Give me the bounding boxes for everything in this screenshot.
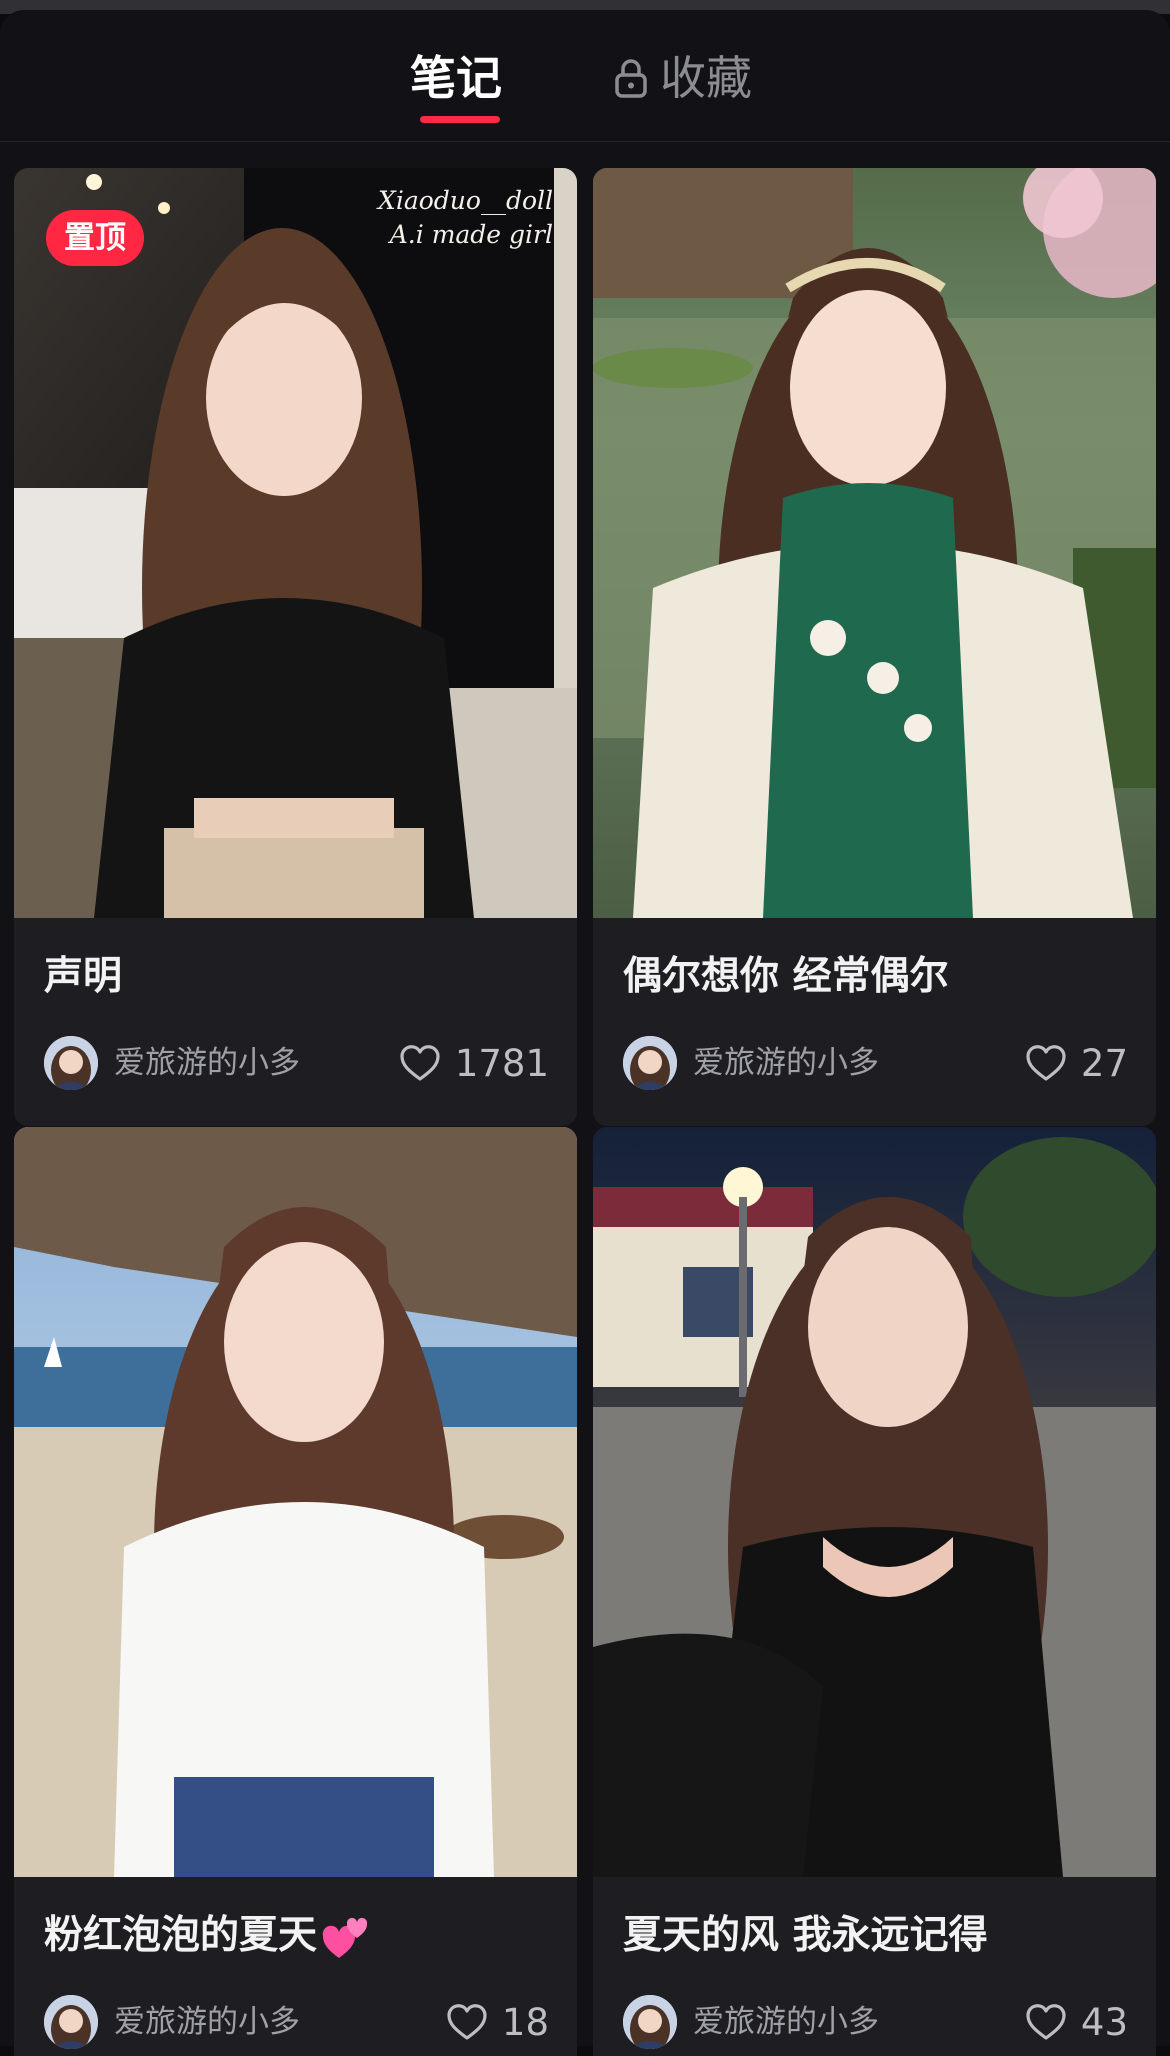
author-name[interactable]: 爱旅游的小多	[114, 1036, 300, 1090]
lock-icon	[615, 59, 647, 98]
note-cover-image[interactable]	[593, 1127, 1156, 1877]
like-count: 27	[1080, 1041, 1128, 1085]
heart-icon	[400, 1045, 440, 1081]
active-tab-indicator	[420, 116, 500, 123]
note-card[interactable]: 置顶 Xiaoduo__doll A.i made girl 声明 爱旅游的小多…	[14, 168, 577, 1126]
note-meta: 爱旅游的小多 1781	[44, 1036, 549, 1092]
author-name[interactable]: 爱旅游的小多	[693, 1036, 879, 1090]
heart-icon	[447, 2004, 487, 2040]
like-count: 43	[1080, 2000, 1128, 2044]
note-card[interactable]: 偶尔想你 经常偶尔 爱旅游的小多 27	[593, 168, 1156, 1126]
tab-collections-label: 收藏	[660, 51, 752, 105]
like-count: 18	[501, 2000, 549, 2044]
tab-collections[interactable]: 收藏	[614, 48, 752, 108]
note-title[interactable]: 粉红泡泡的夏天	[44, 1909, 553, 1963]
author-avatar[interactable]	[44, 1036, 98, 1090]
author-avatar[interactable]	[623, 1995, 677, 2049]
note-card[interactable]: 夏天的风 我永远记得 爱旅游的小多 43	[593, 1127, 1156, 2056]
like-button[interactable]: 1781	[399, 1036, 549, 1090]
note-meta: 爱旅游的小多 43	[623, 1995, 1128, 2051]
like-button[interactable]: 43	[1025, 1995, 1128, 2049]
note-cover-image[interactable]	[14, 1127, 577, 1877]
like-button[interactable]: 27	[1025, 1036, 1128, 1090]
two-hearts-icon	[322, 1917, 368, 1958]
like-count: 1781	[454, 1041, 549, 1085]
author-name[interactable]: 爱旅游的小多	[693, 1995, 879, 2049]
author-avatar[interactable]	[44, 1995, 98, 2049]
note-meta: 爱旅游的小多 18	[44, 1995, 549, 2051]
author-name[interactable]: 爱旅游的小多	[114, 1995, 300, 2049]
tab-notes-label: 笔记	[410, 51, 502, 105]
image-watermark: Xiaoduo__doll A.i made girl	[378, 186, 553, 249]
note-cover-image[interactable]	[593, 168, 1156, 918]
like-button[interactable]: 18	[446, 1995, 549, 2049]
note-cover-image[interactable]: 置顶 Xiaoduo__doll A.i made girl	[14, 168, 577, 918]
note-meta: 爱旅游的小多 27	[623, 1036, 1128, 1092]
tab-bar: 笔记 收藏	[0, 10, 1170, 142]
note-title[interactable]: 声明	[44, 950, 553, 1004]
note-title[interactable]: 夏天的风 我永远记得	[623, 1909, 1132, 1963]
note-card[interactable]: 粉红泡泡的夏天 爱旅游的小多 18	[14, 1127, 577, 2056]
author-avatar[interactable]	[623, 1036, 677, 1090]
heart-icon	[1026, 2004, 1066, 2040]
heart-icon	[1026, 1045, 1066, 1081]
tab-notes[interactable]: 笔记	[410, 48, 502, 108]
note-title[interactable]: 偶尔想你 经常偶尔	[623, 950, 1132, 1004]
pinned-badge: 置顶	[46, 210, 144, 266]
profile-notes-panel: 笔记 收藏 置顶 Xiaoduo__doll A.i made girl 声明 …	[0, 10, 1170, 2056]
